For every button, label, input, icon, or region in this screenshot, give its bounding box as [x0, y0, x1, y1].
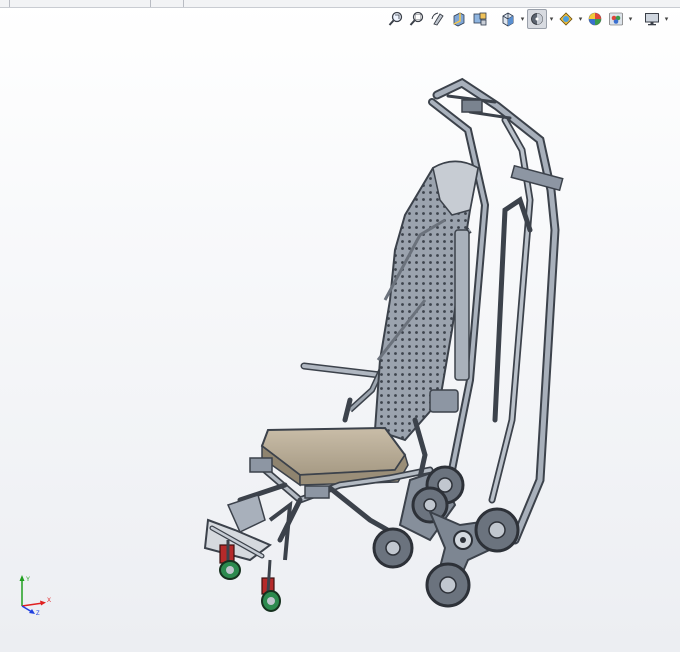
reference-triad: Y X Z: [19, 575, 51, 616]
footrest-assembly: [203, 494, 293, 595]
triad-x-axis: [21, 602, 44, 607]
front-caster-wheel-right: [261, 590, 281, 612]
triad-z-label: Z: [36, 611, 40, 616]
stair-climbing-wheelchair-model[interactable]: [0, 0, 680, 652]
triad-y-arrow: [19, 575, 25, 581]
triad-y-label: Y: [26, 577, 30, 583]
tri-star-wheel-cluster-front: [425, 507, 520, 608]
triad-x-label: X: [47, 598, 51, 604]
triad-x-arrow: [40, 600, 46, 606]
graphics-area[interactable]: ▾ ▾ ▾ ▾ ▾ Y X Z: [0, 0, 680, 652]
front-caster-wheel-left: [219, 560, 241, 580]
